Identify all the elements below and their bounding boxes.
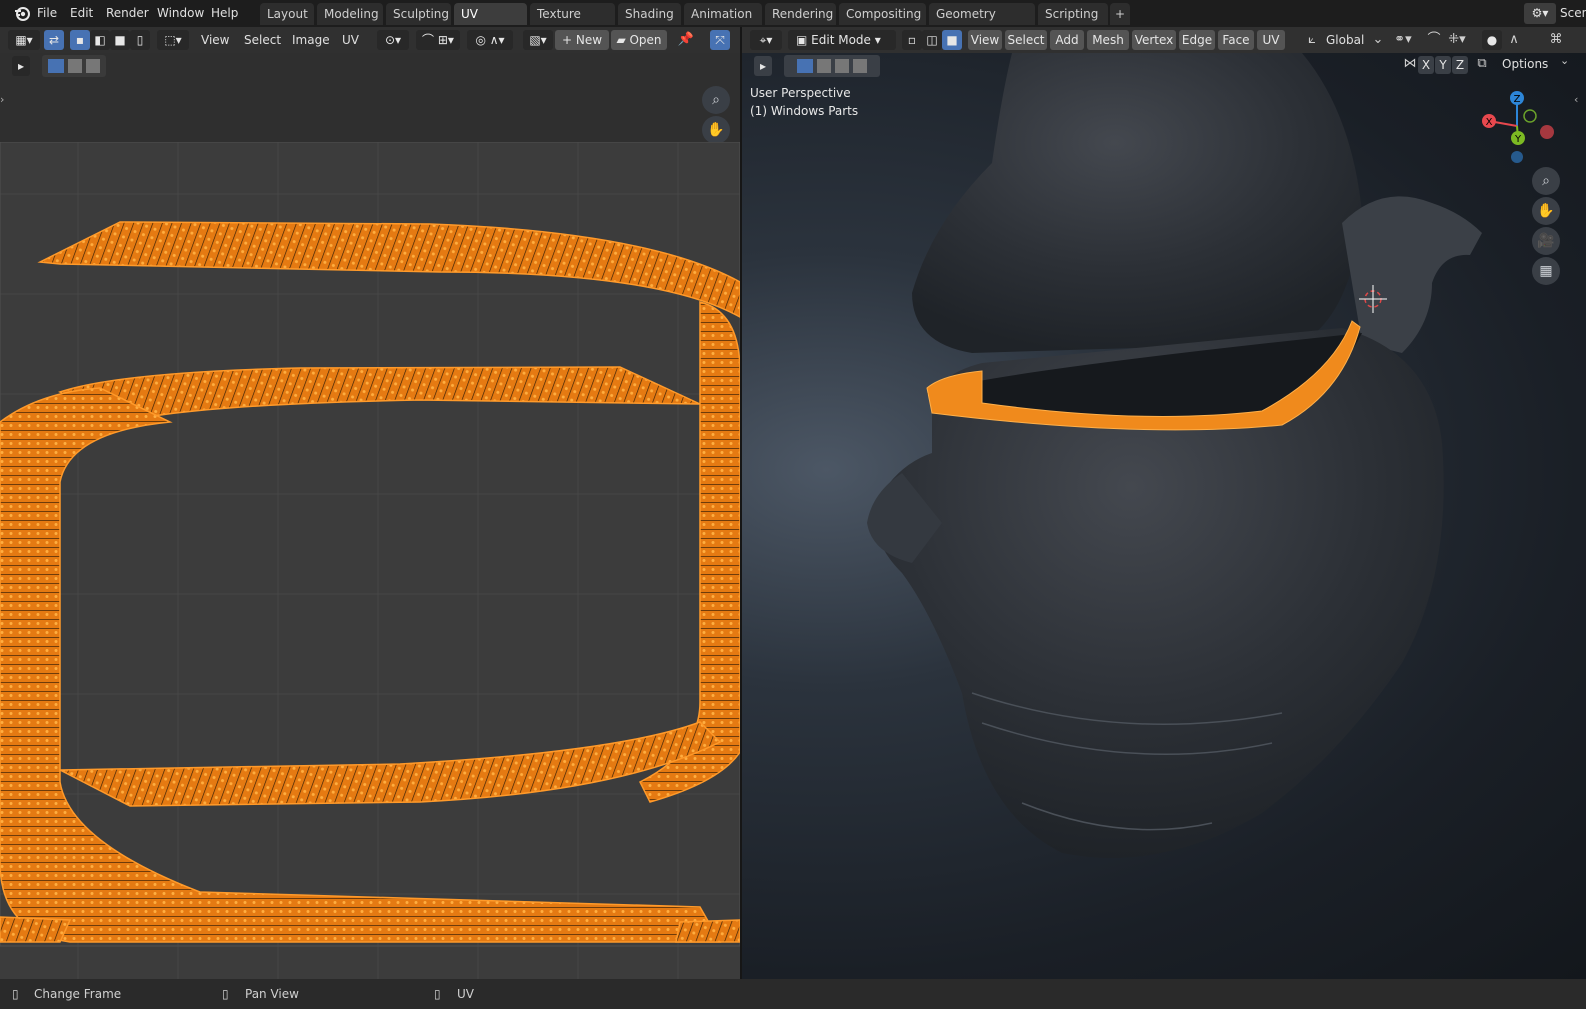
editor-type-icon[interactable]: ▦▾ [8,30,40,50]
mode-label: Edit Mode [811,33,871,47]
viewport-pan-hand-icon[interactable]: ✋ [1532,197,1560,225]
chevron-down-icon[interactable]: ⌄ [1368,30,1388,50]
viewport-sidebar-toggle-icon[interactable]: ‹ [1574,93,1578,106]
select-subtract-icon[interactable] [85,58,100,73]
status-change-frame: Change Frame [34,987,122,1001]
vp-menu-mesh[interactable]: Mesh [1087,30,1129,50]
pin-icon[interactable]: 📌 [676,30,696,50]
zoom-icon[interactable]: ⌕ [702,86,730,114]
top-bar: File Edit Render Window Help Layout Mode… [0,0,1586,43]
menu-help[interactable]: Help [204,4,245,23]
scene-selector-icon[interactable]: ⚙▾ [1524,3,1556,24]
falloff-icon[interactable]: ∧ [1504,30,1524,50]
viewport-editor-type-icon[interactable]: ⌖▾ [750,30,782,50]
face-select-icon[interactable]: ■ [110,30,130,50]
scene-name[interactable]: Scen [1560,3,1586,23]
tab-animation[interactable]: Animation [684,3,762,25]
tab-modeling[interactable]: Modeling [317,3,383,25]
pan-hand-icon[interactable]: ✋ [702,116,730,144]
sync-selection-icon[interactable]: ⇄ [44,30,64,50]
tab-scripting[interactable]: Scripting [1038,3,1108,25]
status-bar: ▯ Change Frame ▯ Pan View ▯ UV [0,979,1586,1009]
open-image-label: Open [629,33,662,47]
ortho-grid-icon[interactable]: ▦ [1532,257,1560,285]
cursor-tool-icon[interactable]: ▸ [12,56,30,76]
gizmo-toggle-icon[interactable]: ⤧ [710,30,730,50]
uv-grid-and-islands [0,142,740,979]
tab-geometry-nodes[interactable]: Geometry Nodes [929,3,1035,43]
tab-uv-editing[interactable]: UV Editing [454,3,527,43]
tab-sculpting[interactable]: Sculpting [386,3,451,25]
vp-menu-uv[interactable]: UV [1257,30,1285,50]
select-mode-group[interactable] [42,55,106,77]
sidebar-toggle-icon[interactable]: › [0,93,4,106]
tab-compositing[interactable]: Compositing [839,3,926,25]
vp-menu-view[interactable]: View [968,30,1002,50]
tab-layout[interactable]: Layout [260,3,314,25]
vp-menu-edge[interactable]: Edge [1179,30,1215,50]
camera-view-icon[interactable]: 🎥 [1532,227,1560,255]
viewport-zoom-icon[interactable]: ⌕ [1532,167,1560,195]
vp-menu-face[interactable]: Face [1218,30,1254,50]
edge-select-icon[interactable]: ◧ [90,30,110,50]
select-box-icon[interactable] [48,58,65,73]
gizmo-y-label: Y [1514,134,1522,145]
island-select-icon[interactable]: ▯ [130,30,150,50]
uv-menu-image[interactable]: Image [292,30,330,50]
uv-editor-header: ▦▾ ⇄ ▪ ◧ ■ ▯ ⬚▾ View Select Image UV ⊙▾ … [0,27,740,53]
mouse-left-icon: ▯ [12,987,19,1001]
mesh-head-model [867,53,1482,858]
viewport-header: ⌖▾ ▣ Edit Mode ▾ ▫ ◫ ■ View Select Add M… [742,27,1586,53]
uv-editor-canvas[interactable]: ▸ › ⌕ ✋ [0,53,740,979]
tab-shading[interactable]: Shading [618,3,681,25]
vp-menu-select[interactable]: Select [1005,30,1047,50]
add-workspace-button[interactable]: + [1110,3,1130,25]
gizmo-neg-y-axis[interactable] [1523,109,1537,123]
snap-icon[interactable]: ⌒ ⊞▾ [416,30,460,50]
snap-magnet-icon[interactable]: ⌒ [1424,30,1444,50]
mouse-right-icon: ▯ [434,987,441,1001]
face-mode-icon[interactable]: ■ [942,30,962,50]
gizmo-z-label: Z [1514,94,1521,105]
menu-render[interactable]: Render [99,4,156,23]
vp-menu-add[interactable]: Add [1050,30,1084,50]
vertex-mode-icon[interactable]: ▫ [902,30,922,50]
transform-orientation-value[interactable]: Global [1326,30,1364,50]
navigation-gizmo[interactable]: Z X Y [1480,88,1560,168]
tab-texture-paint[interactable]: Texture Paint [530,3,615,43]
edge-mode-icon[interactable]: ◫ [922,30,942,50]
uv-tool-header [0,53,740,142]
mode-selector[interactable]: ▣ Edit Mode ▾ [788,30,896,50]
gizmo-x-label: X [1486,117,1493,128]
proportional-edit-icon[interactable]: ◎ ∧▾ [467,30,513,50]
tab-rendering[interactable]: Rendering [765,3,836,25]
menu-file[interactable]: File [30,4,64,23]
pivot-point-icon[interactable]: ⊙▾ [377,30,409,50]
transform-pivot-icon[interactable]: ⚭▾ [1390,30,1416,50]
new-image-label: New [575,33,603,47]
transform-orientation-icon[interactable]: ⟀ [1302,30,1322,50]
gizmo-neg-x-axis[interactable] [1540,125,1554,139]
new-image-button[interactable]: + New [555,30,609,50]
mirror-options-icon[interactable]: ⌘ [1546,30,1566,50]
menu-edit[interactable]: Edit [63,4,100,23]
proportional-edit-toggle-icon[interactable]: ● [1482,30,1502,50]
mouse-middle-icon: ▯ [222,987,229,1001]
uv-menu-view[interactable]: View [201,30,229,50]
status-pan-view: Pan View [245,987,299,1001]
uv-menu-select[interactable]: Select [244,30,281,50]
image-browse-icon[interactable]: ▧▾ [523,30,553,50]
uv-menu-uv[interactable]: UV [342,30,359,50]
menu-window[interactable]: Window [150,4,211,23]
3d-viewport[interactable]: ▸ User Perspective (1) Windows Parts ⋈ X… [742,53,1586,979]
gizmo-neg-z-axis[interactable] [1511,151,1523,163]
snap-target-icon[interactable]: ⁜▾ [1444,30,1470,50]
sticky-select-icon[interactable]: ⬚▾ [157,30,189,50]
vp-menu-vertex[interactable]: Vertex [1132,30,1176,50]
open-image-button[interactable]: ▰ Open [611,30,667,50]
vertex-select-icon[interactable]: ▪ [70,30,90,50]
status-uv: UV [457,987,474,1001]
select-extend-icon[interactable] [68,58,82,73]
